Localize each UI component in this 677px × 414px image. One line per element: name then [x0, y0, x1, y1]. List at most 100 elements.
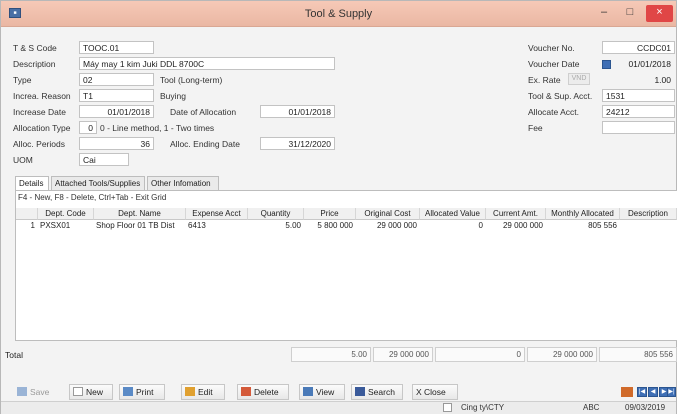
user-name: ABC	[583, 403, 600, 412]
total-label: Total	[5, 350, 23, 360]
reason-label: Increa. Reason	[13, 91, 71, 101]
alloc-type-desc: 0 - Line method, 1 - Two times	[100, 123, 215, 133]
status-bar	[1, 401, 676, 414]
cell-dept-name[interactable]: Shop Floor 01 TB Dist	[96, 220, 186, 232]
voucher-date-field[interactable]: 01/01/2018	[613, 57, 675, 70]
status-date: 09/03/2019	[625, 403, 666, 412]
total-monthly-allocated: 805 556	[599, 347, 677, 362]
search-button[interactable]: Search	[351, 384, 403, 400]
alloc-date-label: Date of Allocation	[170, 107, 237, 117]
uom-label: UOM	[13, 155, 33, 165]
alloc-type-label: Allocation Type	[13, 123, 71, 133]
first-record-icon[interactable]: |◀	[637, 387, 647, 397]
total-original-cost: 29 000 000	[373, 347, 433, 362]
cell-description[interactable]	[622, 220, 677, 232]
delete-button[interactable]: Delete	[237, 384, 289, 400]
total-current-amt: 29 000 000	[527, 347, 597, 362]
fee-label: Fee	[528, 123, 543, 133]
cell-price[interactable]: 5 800 000	[304, 220, 356, 232]
total-quantity: 5.00	[291, 347, 371, 362]
row-number-header	[16, 208, 38, 220]
header-price[interactable]: Price	[304, 208, 356, 220]
header-expense-acct[interactable]: Expense Acct	[186, 208, 248, 220]
book-icon[interactable]	[621, 387, 633, 397]
rate-field[interactable]: 1.00	[613, 73, 675, 86]
tab-details[interactable]: Details	[15, 176, 49, 191]
code-label: T & S Code	[13, 43, 57, 53]
last-record-icon[interactable]: ▶|	[667, 387, 676, 397]
tab-other-information[interactable]: Other Infomation	[147, 176, 219, 190]
alloc-date-field[interactable]: 01/01/2018	[260, 105, 335, 118]
previous-record-icon[interactable]: ◀	[648, 387, 658, 397]
voucher-date-label: Voucher Date	[528, 59, 580, 69]
uom-field[interactable]: Cai	[79, 153, 129, 166]
total-allocated-value: 0	[435, 347, 525, 362]
maximize-button[interactable]: □	[619, 5, 641, 22]
new-icon	[73, 387, 83, 396]
row-number: 1	[30, 221, 35, 230]
edit-icon	[185, 387, 195, 396]
close-button[interactable]: X Close	[412, 384, 458, 400]
header-current-amt[interactable]: Current Amt.	[486, 208, 546, 220]
type-label: Type	[13, 75, 32, 85]
unit-name: Cing ty\CTY	[461, 403, 505, 412]
delete-icon	[241, 387, 251, 396]
voucher-no-label: Voucher No.	[528, 43, 575, 53]
sup-acct-label: Tool & Sup. Acct.	[528, 91, 593, 101]
rate-label: Ex. Rate	[528, 75, 561, 85]
alloc-periods-field[interactable]: 36	[79, 137, 154, 150]
cell-dept-code[interactable]: PXSX01	[40, 220, 94, 232]
tool-supply-window: ■ Tool & Supply – □ × T & S Code TOOC.01…	[0, 0, 677, 414]
cell-current-amt[interactable]: 29 000 000	[486, 220, 546, 232]
cell-quantity[interactable]: 5.00	[248, 220, 304, 232]
edit-button[interactable]: Edit	[181, 384, 225, 400]
header-original-cost[interactable]: Original Cost	[356, 208, 420, 220]
cell-expense-acct[interactable]: 6413	[188, 220, 248, 232]
view-button[interactable]: View	[299, 384, 345, 400]
window-title: Tool & Supply	[304, 8, 373, 20]
grid-hint: F4 - New, F8 - Delete, Ctrl+Tab - Exit G…	[18, 193, 167, 202]
increase-date-label: Increase Date	[13, 107, 66, 117]
sup-acct-field[interactable]: 1531	[602, 89, 675, 102]
search-icon	[355, 387, 365, 396]
alloc-acct-field[interactable]: 24212	[602, 105, 675, 118]
alloc-periods-label: Alloc. Periods	[13, 139, 65, 149]
cell-allocated-value[interactable]: 0	[420, 220, 486, 232]
header-allocated-value[interactable]: Allocated Value	[420, 208, 486, 220]
currency-badge: VND	[568, 73, 590, 85]
type-field[interactable]: 02	[79, 73, 154, 86]
close-window-button[interactable]: ×	[646, 5, 673, 22]
calendar-icon[interactable]	[602, 60, 611, 69]
alloc-end-label: Alloc. Ending Date	[170, 139, 240, 149]
alloc-end-field[interactable]: 31/12/2020	[260, 137, 335, 150]
type-name: Tool (Long-term)	[160, 75, 223, 85]
cell-monthly-allocated[interactable]: 805 556	[546, 220, 620, 232]
cell-original-cost[interactable]: 29 000 000	[356, 220, 420, 232]
tab-attached-tools[interactable]: Attached Tools/Supplies	[51, 176, 145, 190]
increase-date-field[interactable]: 01/01/2018	[79, 105, 154, 118]
minimize-button[interactable]: –	[593, 5, 615, 22]
unit-checkbox[interactable]	[443, 403, 452, 412]
description-label: Description	[13, 59, 56, 69]
header-description[interactable]: Description	[620, 208, 677, 220]
alloc-acct-label: Allocate Acct.	[528, 107, 580, 117]
reason-name: Buying	[160, 91, 186, 101]
header-dept-name[interactable]: Dept. Name	[94, 208, 186, 220]
alloc-type-field[interactable]: 0	[79, 121, 97, 134]
reason-field[interactable]: T1	[79, 89, 154, 102]
print-icon	[123, 387, 133, 396]
fee-field[interactable]	[602, 121, 675, 134]
voucher-no-field[interactable]: CCDC01	[602, 41, 675, 54]
code-field[interactable]: TOOC.01	[79, 41, 154, 54]
description-field[interactable]: Máy may 1 kim Juki DDL 8700C	[79, 57, 335, 70]
title-bar: ■ Tool & Supply – □ ×	[1, 1, 676, 27]
save-button[interactable]: Save	[13, 384, 53, 400]
view-icon	[303, 387, 313, 396]
header-quantity[interactable]: Quantity	[248, 208, 304, 220]
details-grid: F4 - New, F8 - Delete, Ctrl+Tab - Exit G…	[15, 190, 677, 341]
header-dept-code[interactable]: Dept. Code	[38, 208, 94, 220]
save-icon	[17, 387, 27, 396]
header-monthly-allocated[interactable]: Monthly Allocated	[546, 208, 620, 220]
print-button[interactable]: Print	[119, 384, 165, 400]
new-button[interactable]: New	[69, 384, 113, 400]
